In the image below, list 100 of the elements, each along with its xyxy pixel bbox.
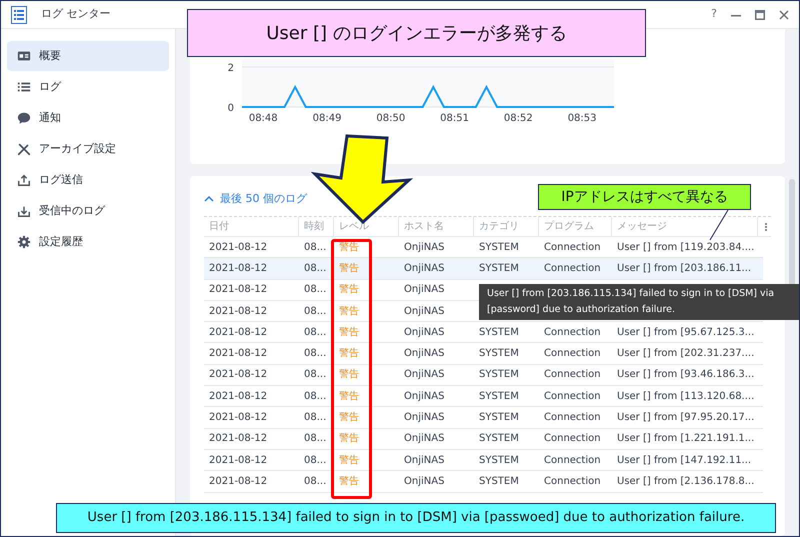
chat-icon bbox=[17, 111, 31, 125]
sidebar-item[interactable]: 概要 bbox=[7, 41, 169, 71]
table-cell: OnjiNAS bbox=[404, 412, 444, 424]
table-cell: 08... bbox=[304, 262, 326, 274]
upload-icon bbox=[17, 173, 31, 187]
table-cell: 警告 bbox=[339, 284, 359, 296]
table-cell: OnjiNAS bbox=[404, 433, 444, 444]
axis-label: 08:51 bbox=[440, 113, 469, 124]
table-row[interactable]: 2021-08-12 08... 警告 OnjiNAS SYSTEM Connection User [] from [202.31.237.... bbox=[204, 343, 763, 365]
table-cell: User [] from [119.203.84.... bbox=[617, 242, 754, 253]
download-icon bbox=[17, 204, 31, 218]
table-cell: OnjiNAS bbox=[404, 454, 444, 466]
table-cell: OnjiNAS bbox=[404, 369, 444, 380]
table-cell: 08... bbox=[304, 412, 326, 424]
table-row[interactable]: 2021-08-12 08... 警告 OnjiNAS SYSTEM Connection User [] from [1.221.191.1... bbox=[204, 428, 763, 450]
table-cell: 2021-08-12 bbox=[209, 433, 268, 444]
table-row[interactable]: 2021-08-12 08... 警告 OnjiNAS SYSTEM Connection User [] from [95.67.125.3... bbox=[204, 322, 763, 344]
table-cell: Connection bbox=[544, 476, 601, 487]
table-cell: OnjiNAS bbox=[404, 390, 444, 402]
table-cell: OnjiNAS bbox=[404, 306, 444, 317]
table-cell: Connection bbox=[544, 433, 601, 444]
chevron-icon bbox=[204, 195, 214, 203]
table-cell: User [] from [95.67.125.3... bbox=[617, 326, 754, 338]
tooltip: User [] from [203.186.115.134] failed to sign in to [DSM] via [password] due to authorization failure. bbox=[479, 284, 799, 320]
table-cell: OnjiNAS bbox=[404, 348, 444, 360]
table-cell: 08... bbox=[304, 306, 326, 317]
table-cell: 2021-08-12 bbox=[209, 454, 268, 466]
table-cell: SYSTEM bbox=[479, 454, 519, 466]
table-cell: Connection bbox=[544, 454, 601, 466]
title-callout: User [] のログインエラーが多発する bbox=[187, 9, 646, 57]
table-cell: OnjiNAS bbox=[404, 284, 444, 296]
table-cell: 08... bbox=[304, 348, 326, 360]
table-cell: 警告 bbox=[339, 412, 359, 424]
axis-label: 08:53 bbox=[568, 113, 597, 124]
sidebar-item[interactable]: ログ送信 bbox=[7, 165, 169, 195]
axis-label: 08:52 bbox=[504, 113, 533, 124]
table-cell: 2021-08-12 bbox=[209, 412, 268, 424]
table-cell: 警告 bbox=[339, 326, 359, 338]
table-cell: 08... bbox=[304, 326, 326, 338]
table-row[interactable]: 2021-08-12 08... 警告 OnjiNAS SYSTEM Connection User [] from [113.120.68.... bbox=[204, 386, 763, 408]
sidebar-item[interactable]: 受信中のログ bbox=[7, 196, 169, 226]
close-icon[interactable] bbox=[779, 10, 789, 20]
table-cell: SYSTEM bbox=[479, 476, 519, 487]
table-cell: 警告 bbox=[339, 454, 359, 466]
table-cell: 2021-08-12 bbox=[209, 242, 268, 253]
table-row[interactable]: 2021-08-12 08... 警告 OnjiNAS SYSTEM Connection User [] from [2.136.178.8... bbox=[204, 471, 763, 493]
table-cell: Connection bbox=[544, 326, 601, 338]
table-cell: 08... bbox=[304, 242, 326, 253]
table-cell: 警告 bbox=[339, 242, 359, 253]
table-row[interactable]: 2021-08-12 08... 警告 OnjiNAS SYSTEM Connection User [] from [93.46.186.3... bbox=[204, 364, 763, 386]
table-cell: SYSTEM bbox=[479, 412, 519, 424]
note-callout: IPアドレスはすべて異なる bbox=[538, 184, 751, 210]
table-cell: SYSTEM bbox=[479, 326, 519, 338]
table-cell: 警告 bbox=[339, 348, 359, 360]
table-cell: OnjiNAS bbox=[404, 262, 444, 274]
sidebar-item[interactable]: ログ bbox=[7, 72, 169, 102]
table-cell: 2021-08-12 bbox=[209, 369, 268, 380]
table-cell: 2021-08-12 bbox=[209, 306, 268, 317]
table-cell: 2021-08-12 bbox=[209, 348, 268, 360]
leader-line bbox=[708, 210, 730, 242]
table-cell: OnjiNAS bbox=[404, 326, 444, 338]
table-cell: Connection bbox=[544, 348, 601, 360]
table-cell: 2021-08-12 bbox=[209, 262, 268, 274]
settings-icon bbox=[17, 235, 31, 249]
table-cell: Connection bbox=[544, 390, 601, 402]
sidebar-item[interactable]: アーカイブ設定 bbox=[7, 134, 169, 164]
axis-label: 08:50 bbox=[376, 113, 406, 124]
table-cell: 警告 bbox=[339, 433, 359, 444]
table-cell: User [] from [113.120.68.... bbox=[617, 390, 754, 402]
table-cell: 08... bbox=[304, 369, 326, 380]
table-cell: 2021-08-12 bbox=[209, 284, 268, 296]
table-row[interactable]: 2021-08-12 08... 警告 OnjiNAS SYSTEM Connection User [] from [203.186.11... bbox=[204, 258, 763, 280]
help-button[interactable]: ? bbox=[711, 6, 717, 23]
table-cell: User [] from [202.31.237.... bbox=[617, 348, 754, 360]
table-cell: User [] from [97.95.20.17... bbox=[617, 412, 754, 424]
app-icon bbox=[11, 6, 27, 24]
table-row[interactable]: 2021-08-12 08... 警告 OnjiNAS SYSTEM Connection User [] from [97.95.20.17... bbox=[204, 407, 763, 429]
list-icon bbox=[17, 80, 31, 94]
table-cell: User [] from [147.192.11... bbox=[617, 454, 752, 466]
sidebar-item[interactable]: 通知 bbox=[7, 103, 169, 133]
table-cell: 2021-08-12 bbox=[209, 390, 268, 402]
table-cell: SYSTEM bbox=[479, 348, 519, 360]
section-toggle[interactable]: 最後 50 個のログ bbox=[204, 190, 307, 208]
window-title: ログ センター bbox=[41, 6, 110, 22]
maximize-icon[interactable] bbox=[755, 10, 765, 20]
table-cell: 08... bbox=[304, 476, 326, 487]
card-icon bbox=[17, 49, 31, 63]
axis-label: 0 bbox=[228, 103, 234, 114]
table-cell: OnjiNAS bbox=[404, 242, 444, 253]
table-cell: 08... bbox=[304, 454, 326, 466]
table-cell: Connection bbox=[544, 412, 601, 424]
table-cell: 警告 bbox=[339, 306, 359, 317]
caption-callout: User [] from [203.186.115.134] failed to sign in to [DSM] via [passwoed] due to authorization failure. bbox=[56, 503, 776, 533]
table-cell: User [] from [1.221.191.1... bbox=[617, 433, 754, 444]
table-cell: Connection bbox=[544, 262, 601, 274]
table-cell: SYSTEM bbox=[479, 390, 519, 402]
table-cell: SYSTEM bbox=[479, 433, 519, 444]
table-row[interactable]: 2021-08-12 08... 警告 OnjiNAS SYSTEM Connection User [] from [147.192.11... bbox=[204, 450, 763, 472]
table-cell: 2021-08-12 bbox=[209, 326, 268, 338]
sidebar-item[interactable]: 設定履歴 bbox=[7, 227, 169, 257]
